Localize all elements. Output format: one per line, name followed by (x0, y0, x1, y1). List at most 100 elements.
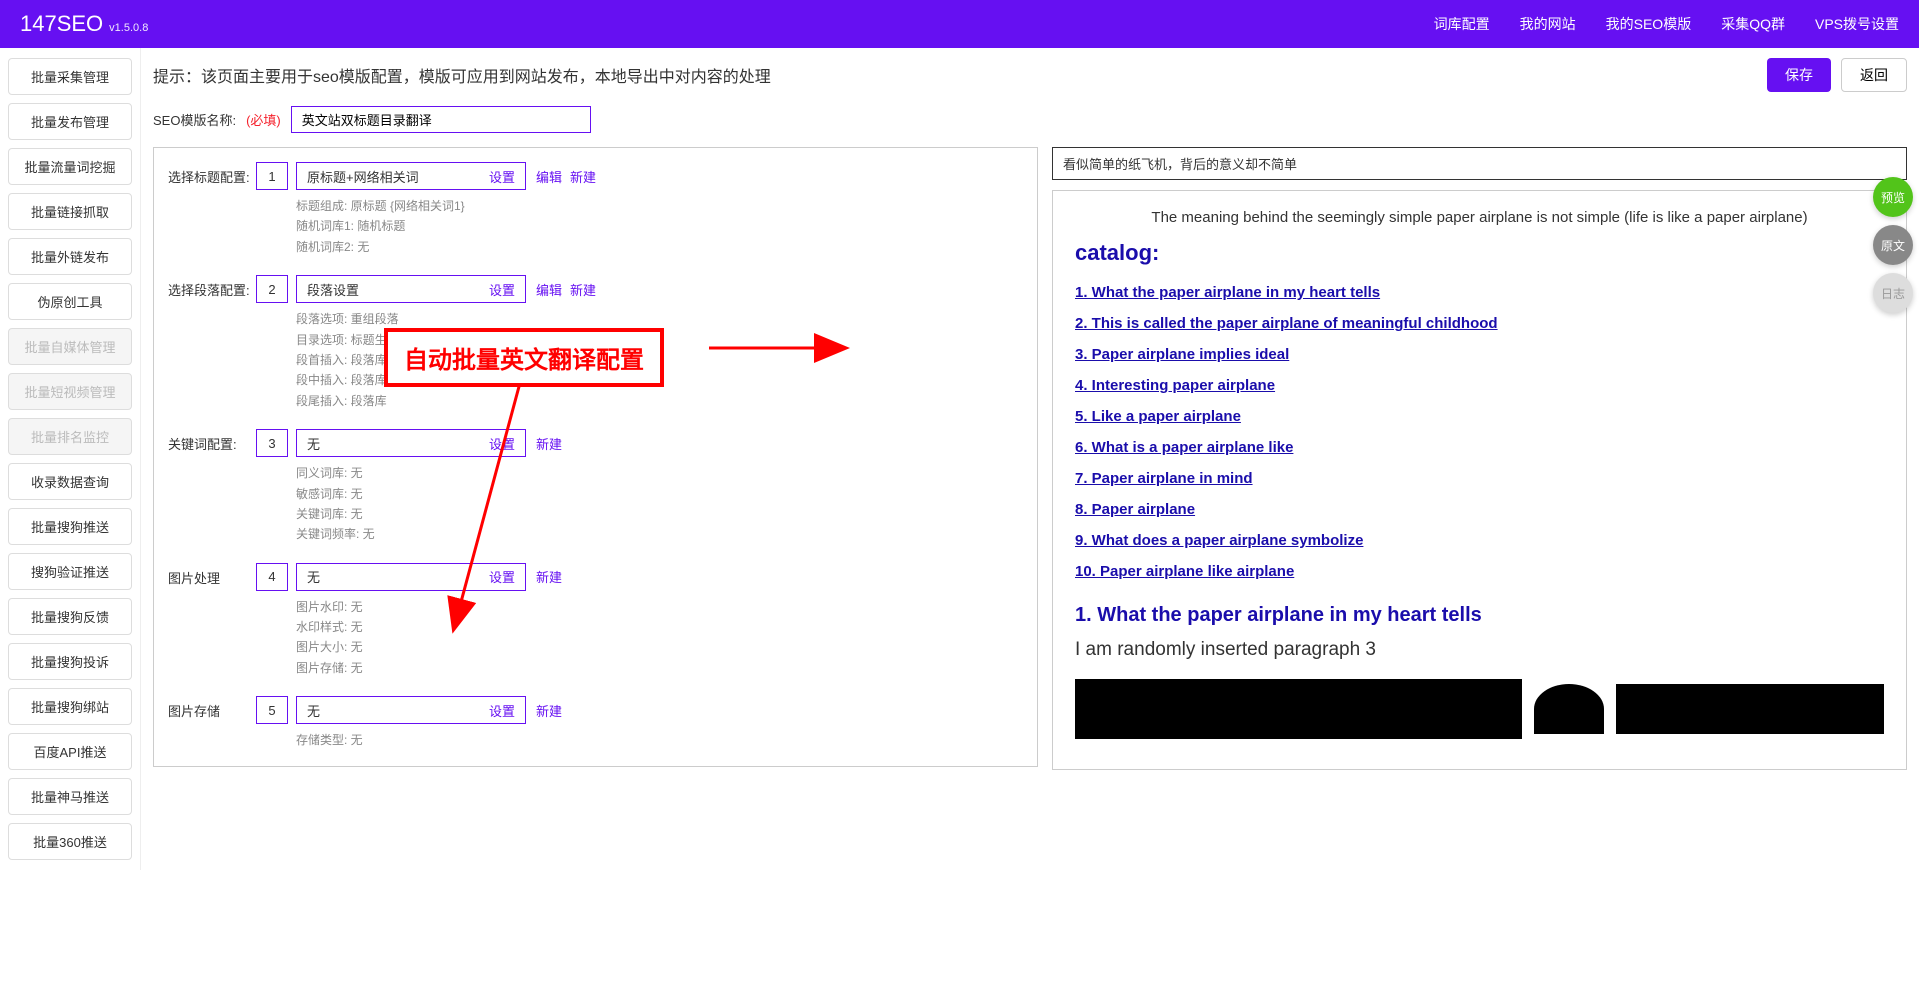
select-box-image[interactable]: 无 设置 (296, 563, 526, 591)
config-label-title: 选择标题配置: (168, 162, 256, 186)
toc-item-2[interactable]: 3. Paper airplane implies ideal (1075, 346, 1884, 363)
sidebar-item-6: 批量自媒体管理 (8, 328, 132, 365)
sidebar-item-3[interactable]: 批量链接抓取 (8, 193, 132, 230)
action-link[interactable]: 新建 (536, 437, 562, 452)
toc-item-6[interactable]: 7. Paper airplane in mind (1075, 470, 1884, 487)
sidebar-item-10[interactable]: 批量搜狗推送 (8, 508, 132, 545)
sidebar-item-16[interactable]: 批量神马推送 (8, 778, 132, 815)
toc-item-7[interactable]: 8. Paper airplane (1075, 501, 1884, 518)
sidebar: 批量采集管理批量发布管理批量流量词挖掘批量链接抓取批量外链发布伪原创工具批量自媒… (0, 48, 140, 870)
select-box-storage[interactable]: 无 设置 (296, 696, 526, 724)
top-bar: 提示：该页面主要用于seo模版配置，模版可应用到网站发布，本地导出中对内容的处理… (153, 58, 1907, 92)
set-link[interactable]: 设置 (489, 434, 515, 453)
action-link[interactable]: 新建 (570, 283, 596, 298)
template-name-row: SEO模版名称: (必填) (153, 106, 1907, 133)
select-box-title[interactable]: 原标题+网络相关词 设置 (296, 162, 526, 190)
preview-paragraph: I am randomly inserted paragraph 3 (1075, 639, 1884, 661)
action-link[interactable]: 编辑 (536, 283, 562, 298)
toc-item-5[interactable]: 6. What is a paper airplane like (1075, 439, 1884, 456)
sidebar-item-1[interactable]: 批量发布管理 (8, 103, 132, 140)
config-label-image: 图片处理 (168, 563, 256, 587)
preview-article-title: The meaning behind the seemingly simple … (1075, 209, 1884, 226)
sub-info-title: 标题组成: 原标题 {网络相关词1}随机词库1: 随机标题随机词库2: 无 (256, 196, 1023, 257)
config-label-keyword: 关键词配置: (168, 429, 256, 453)
float-original-button[interactable]: 原文 (1873, 225, 1913, 265)
nav-link-1[interactable]: 我的网站 (1520, 14, 1576, 34)
annotation-callout: 自动批量英文翻译配置 (384, 328, 664, 387)
config-label-storage: 图片存储 (168, 696, 256, 720)
set-link[interactable]: 设置 (489, 701, 515, 720)
preview-section-heading: 1. What the paper airplane in my heart t… (1075, 604, 1884, 627)
sidebar-item-12[interactable]: 批量搜狗反馈 (8, 598, 132, 635)
template-name-label: SEO模版名称: (153, 110, 236, 129)
sidebar-item-7: 批量短视频管理 (8, 373, 132, 410)
app-title: 147SEO (20, 11, 103, 37)
num-box-storage: 5 (256, 696, 288, 724)
toc-item-0[interactable]: 1. What the paper airplane in my heart t… (1075, 284, 1884, 301)
sidebar-item-4[interactable]: 批量外链发布 (8, 238, 132, 275)
sidebar-item-8: 批量排名监控 (8, 418, 132, 455)
toc-item-9[interactable]: 10. Paper airplane like airplane (1075, 563, 1884, 580)
sidebar-item-5[interactable]: 伪原创工具 (8, 283, 132, 320)
top-actions: 保存 返回 (1767, 58, 1907, 92)
header-nav: 词库配置 我的网站 我的SEO模版 采集QQ群 VPS拨号设置 (1434, 14, 1899, 34)
config-panel: 选择标题配置:1原标题+网络相关词设置编辑新建标题组成: 原标题 {网络相关词1… (153, 147, 1038, 767)
action-link[interactable]: 新建 (570, 170, 596, 185)
sidebar-item-2[interactable]: 批量流量词挖掘 (8, 148, 132, 185)
nav-link-2[interactable]: 我的SEO模版 (1606, 14, 1692, 34)
sidebar-item-9[interactable]: 收录数据查询 (8, 463, 132, 500)
action-link[interactable]: 新建 (536, 704, 562, 719)
required-marker: (必填) (246, 110, 281, 129)
save-button[interactable]: 保存 (1767, 58, 1831, 92)
nav-link-4[interactable]: VPS拨号设置 (1815, 14, 1899, 34)
num-box-keyword: 3 (256, 429, 288, 457)
select-box-para[interactable]: 段落设置 设置 (296, 275, 526, 303)
config-row-image: 图片处理4无 设置 新建图片水印: 无水印样式: 无图片大小: 无图片存储: 无 (168, 563, 1023, 679)
sidebar-item-17[interactable]: 批量360推送 (8, 823, 132, 860)
config-body-title: 1 原标题+网络相关词 设置 编辑新建标题组成: 原标题 {网络相关词1}随机词库1:… (256, 162, 1023, 257)
sidebar-item-13[interactable]: 批量搜狗投诉 (8, 643, 132, 680)
config-body-image: 4无 设置 新建图片水印: 无水印样式: 无图片大小: 无图片存储: 无 (256, 563, 1023, 679)
back-button[interactable]: 返回 (1841, 58, 1907, 92)
image-placeholder (1534, 684, 1604, 734)
preview-image-placeholders (1075, 679, 1884, 739)
sidebar-item-0[interactable]: 批量采集管理 (8, 58, 132, 95)
config-row-title: 选择标题配置:1 原标题+网络相关词 设置 编辑新建标题组成: 原标题 {网络相关词1… (168, 162, 1023, 257)
content-area: 提示：该页面主要用于seo模版配置，模版可应用到网站发布，本地导出中对内容的处理… (140, 48, 1919, 870)
image-placeholder (1616, 684, 1884, 734)
preview-title-box: 看似简单的纸飞机，背后的意义却不简单 (1052, 147, 1907, 180)
set-link[interactable]: 设置 (489, 567, 515, 586)
app-version: v1.5.0.8 (109, 22, 148, 34)
toc-item-4[interactable]: 5. Like a paper airplane (1075, 408, 1884, 425)
header-brand: 147SEO v1.5.0.8 (20, 11, 148, 37)
toc-item-8[interactable]: 9. What does a paper airplane symbolize (1075, 532, 1884, 549)
set-link[interactable]: 设置 (489, 167, 515, 186)
toc-item-3[interactable]: 4. Interesting paper airplane (1075, 377, 1884, 394)
config-body-storage: 5无设置新建存储类型: 无 (256, 696, 1023, 750)
num-box-image: 4 (256, 563, 288, 591)
num-box-title: 1 (256, 162, 288, 190)
select-value: 无 (307, 567, 320, 586)
nav-link-3[interactable]: 采集QQ群 (1721, 14, 1785, 34)
preview-panel: 看似简单的纸飞机，背后的意义却不简单 The meaning behind th… (1052, 147, 1907, 770)
sidebar-item-11[interactable]: 搜狗验证推送 (8, 553, 132, 590)
select-value: 段落设置 (307, 280, 359, 299)
config-body-keyword: 3 无设置新建同义词库: 无敏感词库: 无关键词库: 无关键词频率: 无 (256, 429, 1023, 545)
action-link[interactable]: 编辑 (536, 170, 562, 185)
set-link[interactable]: 设置 (489, 280, 515, 299)
template-name-input[interactable] (291, 106, 591, 133)
sidebar-item-14[interactable]: 批量搜狗绑站 (8, 688, 132, 725)
sidebar-item-15[interactable]: 百度API推送 (8, 733, 132, 770)
select-box-keyword[interactable]: 无设置 (296, 429, 526, 457)
toc-item-1[interactable]: 2. This is called the paper airplane of … (1075, 315, 1884, 332)
select-value: 无 (307, 701, 320, 720)
preview-catalog-heading: catalog: (1075, 240, 1884, 266)
select-value: 原标题+网络相关词 (307, 167, 419, 186)
num-box-para: 2 (256, 275, 288, 303)
float-preview-button[interactable]: 预览 (1873, 177, 1913, 217)
action-link[interactable]: 新建 (536, 570, 562, 585)
nav-link-0[interactable]: 词库配置 (1434, 14, 1490, 34)
sub-info-image: 图片水印: 无水印样式: 无图片大小: 无图片存储: 无 (256, 597, 1023, 679)
sub-info-keyword: 同义词库: 无敏感词库: 无关键词库: 无关键词频率: 无 (256, 463, 1023, 545)
float-log-button[interactable]: 日志 (1873, 273, 1913, 313)
